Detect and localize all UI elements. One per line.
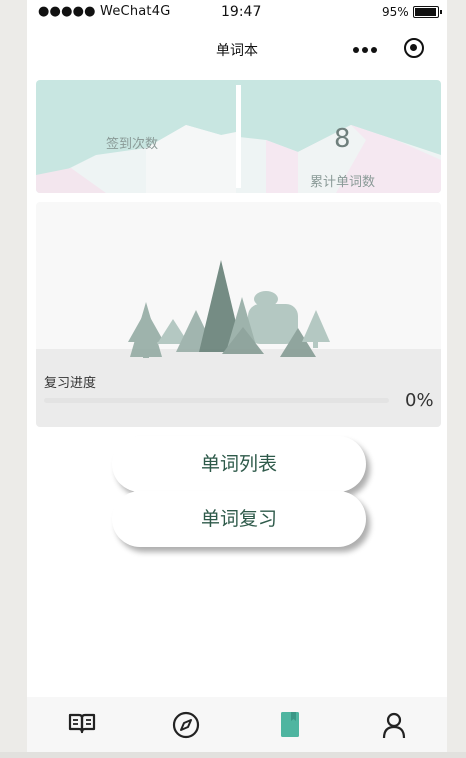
book-icon (68, 713, 96, 734)
forest-illustration (128, 260, 330, 358)
word-review-button[interactable]: 单词复习 (112, 491, 366, 547)
page-title: 单词本 (216, 43, 258, 59)
phone-screen: ●●●●● WeChat4G 19:47 95% 单词本 签到次数 8 累计单词… (27, 0, 447, 752)
battery-percent: 95% (382, 5, 409, 19)
more-icon[interactable] (353, 46, 377, 54)
window-bottom-edge (0, 752, 466, 758)
user-icon (382, 712, 406, 739)
tab-book[interactable] (64, 707, 100, 741)
tab-notebook[interactable] (272, 707, 308, 741)
review-progress-bar (44, 398, 389, 403)
nav-bar: 单词本 (27, 30, 447, 64)
battery-icon (413, 6, 442, 18)
checkin-count-label: 签到次数 (106, 137, 159, 152)
word-count-value: 8 (334, 124, 351, 154)
notebook-icon (281, 712, 299, 737)
carrier-signal: ●●●●● WeChat4G (38, 4, 171, 19)
tab-compass[interactable] (168, 707, 204, 741)
status-bar: ●●●●● WeChat4G 19:47 95% (27, 0, 447, 24)
review-progress-label: 复习进度 (44, 376, 97, 391)
status-time: 19:47 (221, 4, 262, 20)
target-icon[interactable] (404, 38, 424, 58)
review-progress-percent: 0% (405, 390, 434, 411)
tab-user[interactable] (376, 707, 412, 741)
compass-icon (172, 711, 200, 739)
stats-divider (236, 85, 241, 188)
tab-bar (27, 697, 447, 752)
stats-card: 签到次数 8 累计单词数 (36, 80, 441, 193)
word-count-label: 累计单词数 (310, 175, 376, 190)
review-card: 复习进度 0% (36, 202, 441, 427)
word-list-button[interactable]: 单词列表 (112, 436, 366, 492)
